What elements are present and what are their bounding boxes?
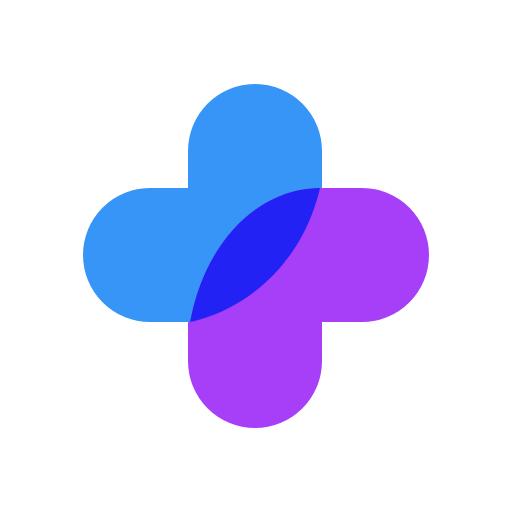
app-icon-canvas — [0, 0, 512, 512]
plus-cross-logo-icon — [83, 84, 429, 428]
